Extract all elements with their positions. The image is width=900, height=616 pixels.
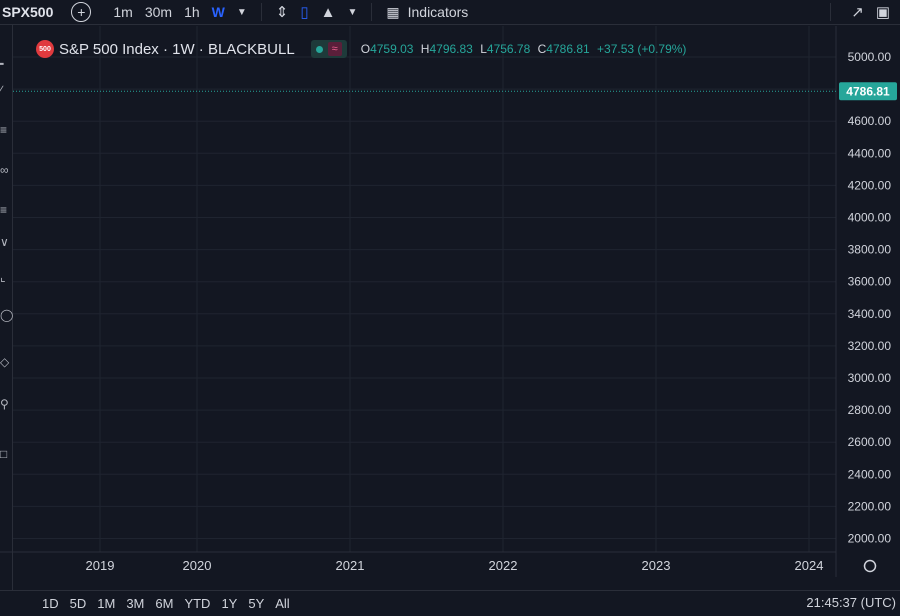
- market-status[interactable]: ≈: [310, 40, 347, 58]
- bar-style-icon[interactable]: ⇕: [276, 3, 289, 21]
- pattern-icon[interactable]: ∞: [0, 163, 10, 177]
- symbol-search[interactable]: SPX500: [2, 4, 53, 20]
- open-value: 4759.03: [370, 42, 414, 56]
- y-tick-label: 3200.00: [848, 339, 892, 353]
- last-price-label: 4786.81: [846, 85, 890, 99]
- chart-background: [0, 0, 900, 615]
- chart-title[interactable]: S&P 500 Index · 1W · BLACKBULL: [59, 41, 295, 58]
- y-tick-label: 3000.00: [848, 371, 892, 385]
- chevron-down-icon[interactable]: ▼: [237, 7, 247, 18]
- ohlc-values: O4759.03 H4796.83 L4756.78 C4786.81 +37.…: [361, 42, 691, 56]
- y-tick-label: 4200.00: [848, 178, 892, 192]
- y-tick-label: 2600.00: [848, 435, 892, 449]
- y-tick-label: 2200.00: [848, 499, 892, 513]
- range-1d[interactable]: 1D: [42, 596, 59, 611]
- chevron-down-icon[interactable]: ▼: [347, 7, 357, 18]
- divider: [260, 3, 262, 21]
- lock-icon[interactable]: □: [0, 447, 10, 461]
- camera-icon[interactable]: ▣: [876, 3, 890, 21]
- indicators-icon[interactable]: ▦: [386, 4, 399, 21]
- ruler-icon[interactable]: ◇: [0, 355, 10, 369]
- interval-1m[interactable]: 1m: [113, 4, 132, 20]
- clock[interactable]: 21:45:37 (UTC): [806, 595, 896, 610]
- low-label: L: [480, 42, 487, 56]
- drawing-toolbar: ╸ ∕ ≡ ∞ ≡ ∨ ⌞ ◯ ◇ ⚲ □: [0, 25, 13, 590]
- brush-icon[interactable]: ⌞: [0, 270, 10, 284]
- x-tick-label: 2023: [642, 558, 671, 573]
- y-tick-label: 3600.00: [848, 275, 892, 289]
- x-tick-label: 2022: [489, 558, 518, 573]
- range-6m[interactable]: 6M: [155, 596, 173, 611]
- low-value: 4756.78: [486, 42, 531, 56]
- projection-icon[interactable]: ≡: [0, 203, 10, 217]
- range-bar: 1D 5D 1M 3M 6M YTD 1Y 5Y All 21:45:37 (U…: [0, 590, 900, 616]
- divider: [830, 3, 832, 21]
- range-5d[interactable]: 5D: [70, 596, 87, 611]
- open-label: O: [360, 42, 371, 56]
- range-3m[interactable]: 3M: [126, 596, 144, 611]
- y-tick-label: 4600.00: [848, 114, 892, 128]
- candle-style-icon[interactable]: ▯: [300, 3, 308, 21]
- range-5y[interactable]: 5Y: [248, 596, 264, 611]
- x-tick-label: 2024: [795, 558, 824, 573]
- trendline-icon[interactable]: ∕: [0, 83, 10, 97]
- range-all[interactable]: All: [275, 596, 289, 611]
- y-tick-label: 2400.00: [848, 467, 892, 481]
- price-chart[interactable]: 2000.00 2200.00 2400.00 2600.00 2800.00 3000.…: [0, 0, 900, 615]
- chart-legend: 500 S&P 500 Index · 1W · BLACKBULL ≈ O47…: [36, 40, 690, 58]
- x-tick-label: 2019: [86, 558, 115, 573]
- interval-30m[interactable]: 30m: [145, 4, 172, 20]
- emoji-icon[interactable]: ◯: [0, 308, 13, 322]
- close-label: C: [537, 42, 547, 56]
- plus-circle-icon[interactable]: +: [71, 2, 92, 22]
- area-style-icon[interactable]: ▲: [321, 4, 336, 21]
- top-toolbar: SPX500 + 1m 30m 1h W ▼ ⇕ ▯ ▲ ▼ ▦ Indicat…: [0, 0, 900, 25]
- x-tick-label: 2020: [183, 558, 212, 573]
- measure-icon[interactable]: ∨: [0, 235, 10, 249]
- range-1m[interactable]: 1M: [97, 596, 115, 611]
- share-icon[interactable]: ↗: [851, 3, 864, 21]
- y-tick-label: 4000.00: [848, 211, 892, 225]
- y-tick-label: 5000.00: [848, 50, 892, 64]
- y-tick-label: 2800.00: [848, 403, 892, 417]
- indicators-button[interactable]: Indicators: [408, 4, 469, 20]
- high-value: 4796.83: [429, 42, 473, 56]
- change-value: +37.53 (+0.79%): [597, 42, 687, 56]
- status-dot-icon: [315, 45, 323, 53]
- zoom-icon[interactable]: ⚲: [0, 397, 10, 411]
- y-tick-label: 4400.00: [848, 146, 892, 160]
- interval-1h[interactable]: 1h: [184, 4, 200, 20]
- symbol-logo: 500: [36, 40, 54, 58]
- x-tick-label: 2021: [336, 558, 365, 573]
- close-value: 4786.81: [546, 42, 590, 56]
- range-ytd[interactable]: YTD: [184, 596, 210, 611]
- interval-w[interactable]: W: [212, 4, 225, 20]
- y-tick-label: 3400.00: [848, 307, 892, 321]
- range-1y[interactable]: 1Y: [221, 596, 237, 611]
- crosshair-icon[interactable]: ╸: [0, 57, 10, 71]
- y-tick-label: 3800.00: [848, 243, 892, 257]
- wave-icon: ≈: [327, 42, 342, 56]
- fib-icon[interactable]: ≡: [0, 123, 10, 137]
- y-tick-label: 2000.00: [848, 532, 892, 546]
- divider: [371, 3, 373, 21]
